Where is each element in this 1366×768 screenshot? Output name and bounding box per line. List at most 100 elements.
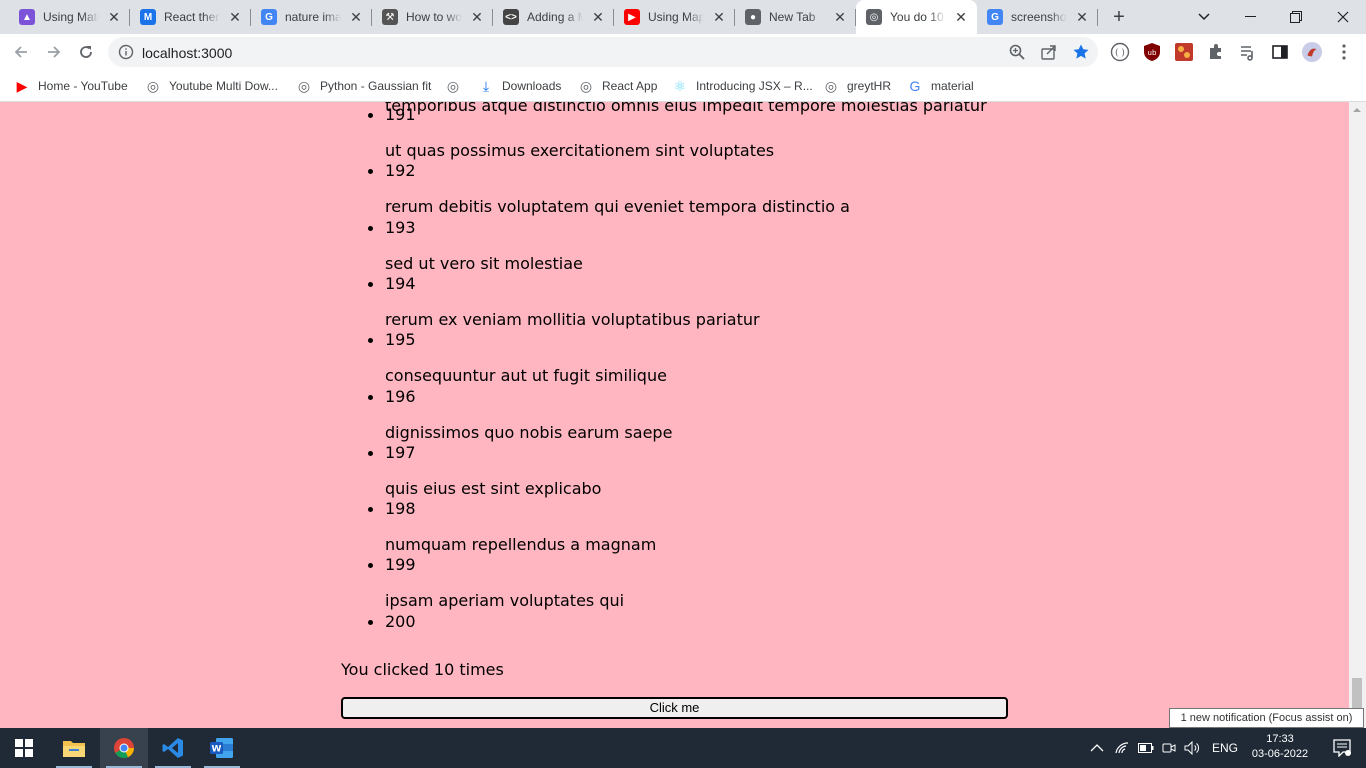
page-scrollbar[interactable] xyxy=(1349,102,1366,728)
bullet-marker xyxy=(368,225,373,231)
browser-tab[interactable]: ▶ Using Map ✕ xyxy=(614,0,735,34)
language-indicator[interactable]: ENG xyxy=(1212,741,1238,755)
click-me-button[interactable]: Click me xyxy=(341,697,1008,719)
globe-icon: ◎ xyxy=(446,77,460,94)
globe-icon: ◎ xyxy=(579,77,593,94)
zoom-icon[interactable] xyxy=(1008,43,1026,61)
bookmark-item[interactable]: ▶ Home - YouTube xyxy=(14,76,128,96)
taskbar-vscode[interactable] xyxy=(149,728,197,768)
forward-button[interactable] xyxy=(40,38,68,66)
back-button[interactable] xyxy=(7,38,35,66)
bookmark-item[interactable]: Gmaterial xyxy=(907,76,974,96)
browser-tab[interactable]: M React theme ✕ xyxy=(130,0,251,34)
post-title: numquam repellendus a magnam xyxy=(385,535,657,555)
close-tab-icon[interactable]: ✕ xyxy=(953,9,969,25)
browser-tab[interactable]: Gnature images ✕ xyxy=(251,0,372,34)
bookmark-item[interactable]: ◎ React App xyxy=(578,76,657,96)
bookmark-item[interactable]: ◎ greytHR xyxy=(823,76,891,96)
browser-tab[interactable]: ▲ Using Material ✕ xyxy=(9,0,130,34)
bookmark-label: Home - YouTube xyxy=(38,79,128,93)
restore-icon xyxy=(1290,11,1302,23)
taskbar-file-explorer[interactable] xyxy=(50,728,98,768)
wifi-icon[interactable] xyxy=(1114,741,1130,755)
reload-button[interactable] xyxy=(72,38,100,66)
download-icon: ⤓ xyxy=(482,77,490,94)
playlist-icon xyxy=(1241,46,1253,61)
mui-icon: M xyxy=(140,9,156,25)
avatar-icon xyxy=(1302,42,1322,62)
notification-icon xyxy=(1333,739,1351,757)
browser-tab[interactable]: ◎ You do 10 ✕ xyxy=(856,0,977,34)
close-tab-icon[interactable]: ✕ xyxy=(1074,9,1090,25)
tab-title: Using Material xyxy=(43,10,99,24)
react-icon: ⚛ xyxy=(673,77,687,94)
browser-tab[interactable]: <> Adding a Map ✕ xyxy=(493,0,614,34)
battery-icon[interactable] xyxy=(1138,743,1154,753)
ublock-extension-button[interactable]: ub xyxy=(1142,42,1162,62)
taskbar-chrome[interactable] xyxy=(100,728,148,768)
bookmark-item[interactable]: ⤓ Downloads xyxy=(478,76,561,96)
side-panel-button[interactable] xyxy=(1270,42,1290,62)
globe-icon: ◎ xyxy=(146,77,160,94)
post-title: temporibus atque distinctio omnis eius i… xyxy=(385,102,987,115)
profile-button[interactable] xyxy=(1302,42,1322,62)
google-icon: G xyxy=(261,9,277,25)
scroll-up-arrow-icon[interactable] xyxy=(1353,108,1361,112)
restore-button[interactable] xyxy=(1273,0,1319,34)
close-tab-icon[interactable]: ✕ xyxy=(106,9,122,25)
close-window-button[interactable] xyxy=(1320,0,1366,34)
bookmark-label: Python - Gaussian fit xyxy=(320,79,432,93)
bullet-marker xyxy=(368,507,373,513)
chrome-icon: ● xyxy=(745,9,761,25)
close-tab-icon[interactable]: ✕ xyxy=(590,9,606,25)
close-tab-icon[interactable]: ✕ xyxy=(348,9,364,25)
post-title: sed ut vero sit molestiae xyxy=(385,253,583,273)
volume-icon[interactable] xyxy=(1184,741,1200,755)
bookmark-item[interactable]: ◎ Youtube Multi Dow... xyxy=(145,76,278,96)
svg-text:ub: ub xyxy=(1148,49,1157,57)
close-tab-icon[interactable]: ✕ xyxy=(227,9,243,25)
tab-title: screenshot xyxy=(1011,10,1067,24)
file-explorer-icon xyxy=(63,741,85,757)
action-center-button[interactable] xyxy=(1318,728,1366,768)
start-button[interactable] xyxy=(0,728,48,768)
address-bar[interactable]: localhost:3000 xyxy=(108,37,1098,67)
minimize-button[interactable] xyxy=(1227,0,1273,34)
material-icon: ▲ xyxy=(19,9,35,25)
post-id: 200 xyxy=(385,611,416,631)
new-tab-button[interactable]: + xyxy=(1108,6,1130,28)
vscode-icon xyxy=(162,738,183,758)
svg-text:( ): ( ) xyxy=(1115,49,1125,59)
bookmark-item[interactable]: ◎ xyxy=(445,76,469,96)
reload-icon xyxy=(80,46,92,58)
meet-now-icon[interactable] xyxy=(1162,741,1176,755)
extension-button[interactable]: ( ) xyxy=(1110,42,1130,62)
share-icon[interactable] xyxy=(1040,43,1058,61)
close-tab-icon[interactable]: ✕ xyxy=(469,9,485,25)
chevron-up-icon[interactable] xyxy=(1090,744,1104,752)
bullet-marker xyxy=(368,450,373,456)
taskbar-word[interactable]: W xyxy=(198,728,246,768)
bookmark-item[interactable]: ⚛ Introducing JSX – R... xyxy=(672,76,813,96)
taskbar-clock[interactable]: 17:33 03-06-2022 xyxy=(1238,732,1322,762)
post-id: 191 xyxy=(385,105,416,124)
post-id: 196 xyxy=(385,386,416,406)
close-tab-icon[interactable]: ✕ xyxy=(832,9,848,25)
bookmark-star-icon[interactable] xyxy=(1072,43,1090,61)
bookmark-item[interactable]: ◎ Python - Gaussian fit xyxy=(296,76,432,96)
tab-search-button[interactable] xyxy=(1181,0,1227,34)
bookmark-label: Downloads xyxy=(502,79,562,93)
arrow-right-icon xyxy=(48,46,61,58)
close-tab-icon[interactable]: ✕ xyxy=(711,9,727,25)
arrow-left-icon xyxy=(14,46,27,58)
post-title: quis eius est sint explicabo xyxy=(385,478,602,498)
pattern-extension-button[interactable] xyxy=(1174,42,1194,62)
extensions-button[interactable] xyxy=(1206,42,1226,62)
browser-tab[interactable]: ● New Tab ✕ xyxy=(735,0,856,34)
browser-tab[interactable]: Gscreenshot ✕ xyxy=(977,0,1098,34)
menu-button[interactable] xyxy=(1334,42,1354,62)
reading-list-button[interactable] xyxy=(1238,42,1258,62)
bookmarks-bar: ▶ Home - YouTube ◎ Youtube Multi Dow... ◎ Pyt… xyxy=(0,70,1366,102)
bullet-marker xyxy=(368,563,373,569)
browser-tab[interactable]: ⚒ How to work ✕ xyxy=(372,0,493,34)
